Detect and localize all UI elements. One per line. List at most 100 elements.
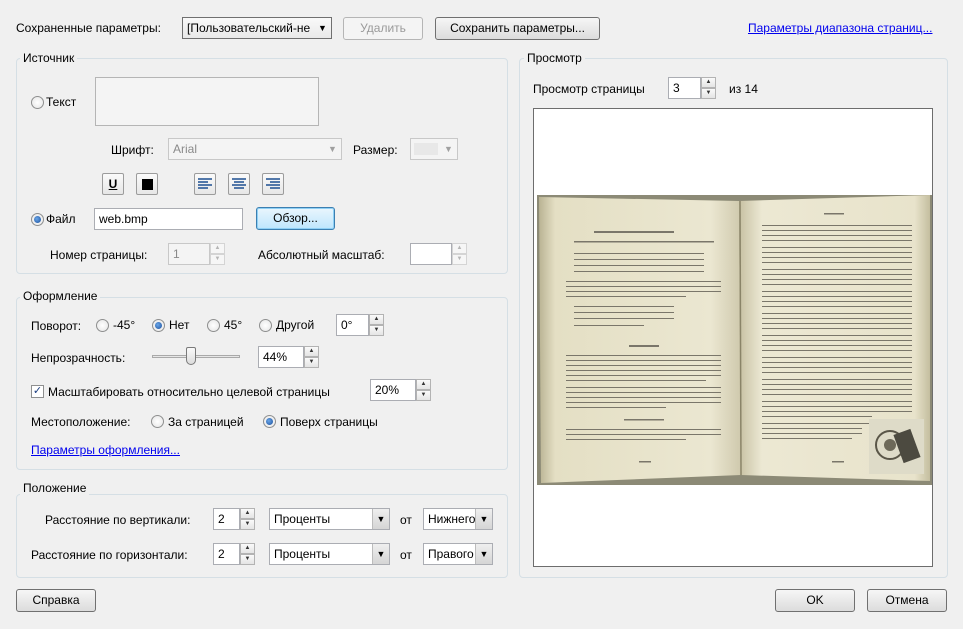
rotation-angle-stepper[interactable]: ▲ ▼: [369, 314, 384, 336]
preview-group-title: Просмотр: [524, 51, 585, 65]
location-front-radio[interactable]: [263, 415, 276, 428]
location-behind-radio[interactable]: [151, 415, 164, 428]
preview-page-field[interactable]: 3: [668, 77, 701, 99]
spin-down-icon: ▼: [304, 357, 319, 368]
absolute-scale-stepper[interactable]: ▲ ▼: [452, 243, 467, 265]
cancel-button[interactable]: Отмена: [867, 589, 947, 612]
file-radio-label: Файл: [46, 212, 76, 226]
checkmark-icon: ✓: [32, 385, 43, 397]
saved-settings-label: Сохраненные параметры:: [16, 21, 161, 35]
preview-canvas: [533, 108, 933, 567]
saved-settings-dropdown[interactable]: [Пользовательский-не ▼: [182, 17, 332, 39]
absolute-scale-field[interactable]: [410, 243, 452, 265]
appearance-options-link[interactable]: Параметры оформления...: [31, 442, 180, 458]
rotation-45-radio[interactable]: [207, 319, 220, 332]
align-right-icon: [266, 178, 280, 189]
position-group: [16, 494, 508, 578]
horizontal-units-value: Проценты: [274, 547, 331, 561]
chevron-down-icon: ▼: [372, 544, 389, 564]
preview-page-stepper[interactable]: ▲ ▼: [701, 77, 716, 99]
vertical-distance-stepper[interactable]: ▲ ▼: [240, 508, 255, 530]
scale-percent-stepper[interactable]: ▲ ▼: [416, 379, 431, 401]
vertical-from-label: от: [400, 513, 412, 527]
rotation-minus45-radio[interactable]: [96, 319, 109, 332]
rotation-other-radio[interactable]: [259, 319, 272, 332]
opacity-label: Непрозрачность:: [31, 351, 126, 365]
scale-relative-checkbox[interactable]: ✓: [31, 385, 44, 398]
ok-button[interactable]: OK: [775, 589, 855, 612]
spin-down-icon: ▼: [210, 254, 225, 265]
color-swatch-icon: [141, 178, 153, 190]
rotation-other-label: Другой: [276, 318, 315, 332]
chevron-down-icon: ▼: [328, 144, 337, 154]
location-behind-label: За страницей: [168, 415, 244, 429]
spin-down-icon: ▼: [240, 554, 255, 565]
rotation-45-label: 45°: [224, 318, 243, 332]
vertical-units-dropdown[interactable]: Проценты ▼: [269, 508, 390, 530]
horizontal-distance-field[interactable]: 2: [213, 543, 240, 565]
rotation-none-radio[interactable]: [152, 319, 165, 332]
vertical-distance-field[interactable]: 2: [213, 508, 240, 530]
horizontal-anchor-value: Правого: [428, 547, 474, 561]
text-color-button[interactable]: [136, 173, 158, 195]
location-label: Местоположение:: [31, 415, 131, 429]
chevron-down-icon: ▼: [475, 544, 492, 564]
horizontal-anchor-dropdown[interactable]: Правого ▼: [423, 543, 493, 565]
horizontal-distance-label: Расстояние по горизонтали:: [31, 548, 188, 562]
font-dropdown[interactable]: Arial ▼: [168, 138, 342, 160]
horizontal-units-dropdown[interactable]: Проценты ▼: [269, 543, 390, 565]
browse-button[interactable]: Обзор...: [256, 207, 335, 230]
help-button[interactable]: Справка: [16, 589, 96, 612]
rotation-none-label: Нет: [169, 318, 190, 332]
opacity-slider-track[interactable]: [152, 355, 240, 358]
spin-down-icon: ▼: [240, 519, 255, 530]
spin-up-icon: ▲: [416, 379, 431, 390]
vertical-anchor-dropdown[interactable]: Нижнего ▼: [423, 508, 493, 530]
align-left-icon: [198, 178, 212, 189]
text-radio[interactable]: [31, 96, 44, 109]
chevron-down-icon: ▼: [318, 23, 327, 33]
underline-button[interactable]: U: [102, 173, 124, 195]
rotation-angle-field[interactable]: 0°: [336, 314, 369, 336]
vertical-distance-label: Расстояние по вертикали:: [45, 513, 191, 527]
rotation-minus45-label: -45°: [113, 318, 136, 332]
spin-down-icon: ▼: [452, 254, 467, 265]
spin-up-icon: ▲: [240, 508, 255, 519]
opacity-slider-thumb[interactable]: [185, 347, 196, 365]
absolute-scale-label: Абсолютный масштаб:: [258, 248, 385, 262]
file-radio[interactable]: [31, 213, 44, 226]
spin-down-icon: ▼: [701, 88, 716, 99]
page-number-stepper[interactable]: ▲ ▼: [210, 243, 225, 265]
stamp-illustration: [869, 419, 924, 474]
opacity-field[interactable]: 44%: [258, 346, 304, 368]
align-center-icon: [232, 178, 246, 189]
scale-relative-label: Масштабировать относительно целевой стра…: [48, 385, 330, 399]
file-path-field[interactable]: web.bmp: [94, 208, 243, 230]
align-center-button[interactable]: [228, 173, 250, 195]
position-group-title: Положение: [20, 481, 90, 495]
text-input[interactable]: [95, 77, 319, 126]
preview-page-count: из 14: [729, 82, 758, 96]
book-scan-image: [537, 195, 932, 485]
page-number-field[interactable]: 1: [168, 243, 210, 265]
rotation-label: Поворот:: [31, 319, 82, 333]
align-right-button[interactable]: [262, 173, 284, 195]
page-number-label: Номер страницы:: [50, 248, 148, 262]
horizontal-distance-stepper[interactable]: ▲ ▼: [240, 543, 255, 565]
page-range-link[interactable]: Параметры диапазона страниц...: [748, 20, 932, 36]
saved-settings-value: [Пользовательский-не: [187, 21, 311, 35]
font-value: Arial: [173, 142, 198, 156]
spin-up-icon: ▲: [701, 77, 716, 88]
location-front-label: Поверх страницы: [280, 415, 378, 429]
spin-down-icon: ▼: [416, 390, 431, 401]
align-left-button[interactable]: [194, 173, 216, 195]
save-settings-button[interactable]: Сохранить параметры...: [435, 17, 600, 40]
size-dropdown[interactable]: ▼: [410, 138, 458, 160]
font-label: Шрифт:: [111, 143, 154, 157]
delete-button[interactable]: Удалить: [343, 17, 423, 40]
preview-page-label: Просмотр страницы: [533, 82, 645, 96]
opacity-stepper[interactable]: ▲ ▼: [304, 346, 319, 368]
spin-up-icon: ▲: [240, 543, 255, 554]
scale-percent-field[interactable]: 20%: [370, 379, 416, 401]
source-group-title: Источник: [20, 51, 78, 65]
